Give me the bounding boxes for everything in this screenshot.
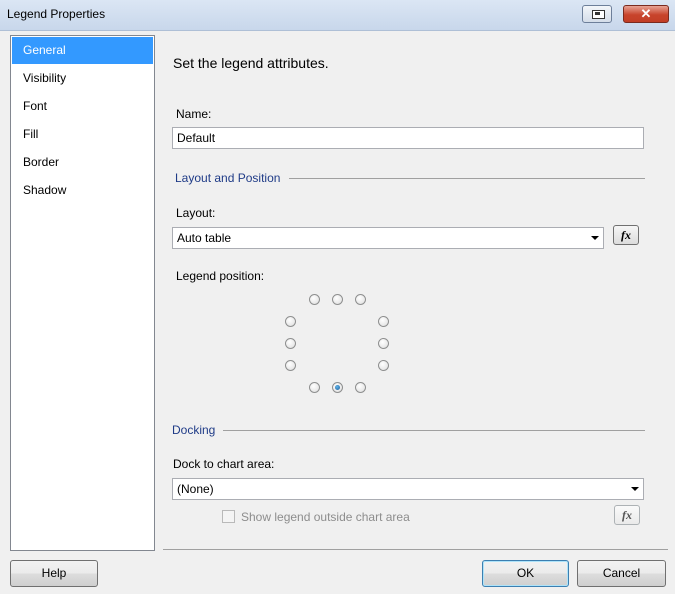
position-bottom-center[interactable] bbox=[332, 382, 343, 393]
docking-expression-button[interactable]: fx bbox=[614, 505, 640, 525]
position-top-left[interactable] bbox=[309, 294, 320, 305]
cancel-button[interactable]: Cancel bbox=[577, 560, 666, 587]
show-outside-checkbox[interactable] bbox=[222, 510, 235, 523]
layout-section-divider bbox=[289, 178, 645, 179]
position-bottom-right[interactable] bbox=[355, 382, 366, 393]
position-right-center[interactable] bbox=[378, 338, 389, 349]
restore-icon bbox=[592, 10, 605, 19]
layout-expression-button[interactable]: fx bbox=[613, 225, 639, 245]
nav-item-font[interactable]: Font bbox=[12, 93, 153, 120]
general-panel: Set the legend attributes. Name: Default… bbox=[163, 35, 668, 551]
position-left-center[interactable] bbox=[285, 338, 296, 349]
dock-label: Dock to chart area: bbox=[173, 457, 275, 471]
nav-item-shadow[interactable]: Shadow bbox=[12, 177, 153, 204]
position-left-bottom[interactable] bbox=[285, 360, 296, 371]
page-heading: Set the legend attributes. bbox=[173, 55, 329, 71]
ok-button[interactable]: OK bbox=[482, 560, 569, 587]
layout-label: Layout: bbox=[176, 206, 216, 220]
dock-dropdown[interactable]: (None) bbox=[172, 478, 644, 500]
category-list: General Visibility Font Fill Border Shad… bbox=[10, 35, 155, 551]
chevron-down-icon bbox=[591, 236, 599, 240]
window-title: Legend Properties bbox=[7, 7, 106, 21]
nav-item-border[interactable]: Border bbox=[12, 149, 153, 176]
close-icon: ✕ bbox=[640, 6, 652, 21]
nav-item-fill[interactable]: Fill bbox=[12, 121, 153, 148]
restore-button[interactable] bbox=[582, 5, 612, 23]
dock-dropdown-value: (None) bbox=[177, 482, 214, 496]
position-top-right[interactable] bbox=[355, 294, 366, 305]
close-button[interactable]: ✕ bbox=[623, 5, 669, 23]
docking-section-divider bbox=[223, 430, 645, 431]
position-right-bottom[interactable] bbox=[378, 360, 389, 371]
name-field[interactable]: Default bbox=[172, 127, 644, 149]
help-button[interactable]: Help bbox=[10, 560, 98, 587]
position-top-center[interactable] bbox=[332, 294, 343, 305]
position-bottom-left[interactable] bbox=[309, 382, 320, 393]
position-left-top[interactable] bbox=[285, 316, 296, 327]
nav-item-visibility[interactable]: Visibility bbox=[12, 65, 153, 92]
position-right-top[interactable] bbox=[378, 316, 389, 327]
legend-position-label: Legend position: bbox=[176, 269, 265, 283]
layout-dropdown-value: Auto table bbox=[177, 231, 232, 245]
chevron-down-icon bbox=[631, 487, 639, 491]
layout-dropdown[interactable]: Auto table bbox=[172, 227, 604, 249]
docking-section-title: Docking bbox=[172, 423, 216, 437]
name-label: Name: bbox=[176, 107, 212, 121]
show-outside-label: Show legend outside chart area bbox=[241, 510, 410, 524]
layout-section-title: Layout and Position bbox=[175, 171, 281, 185]
title-bar: Legend Properties ✕ bbox=[0, 0, 675, 31]
footer-divider bbox=[163, 549, 668, 550]
nav-item-general[interactable]: General bbox=[12, 37, 153, 64]
